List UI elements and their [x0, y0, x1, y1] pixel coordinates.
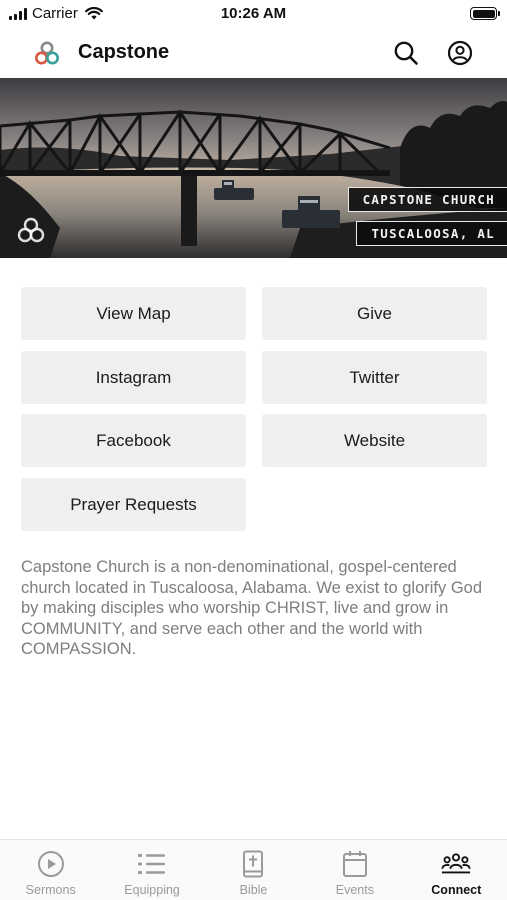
account-button[interactable] [445, 38, 475, 68]
battery-icon [470, 7, 500, 20]
tab-bible-label: Bible [239, 883, 268, 897]
church-description: Capstone Church is a non-denominational,… [21, 558, 483, 659]
tab-bible[interactable]: Bible [203, 840, 304, 900]
tab-sermons-label: Sermons [25, 883, 76, 897]
twitter-button[interactable]: Twitter [262, 351, 487, 404]
tab-connect[interactable]: Connect [406, 840, 507, 900]
tab-bar: Sermons Equipping Bible Events Connect [0, 839, 507, 900]
app-header: Capstone [0, 28, 507, 78]
bible-icon [243, 850, 264, 878]
account-icon [447, 40, 473, 66]
search-icon [394, 41, 418, 65]
website-button[interactable]: Website [262, 414, 487, 467]
facebook-button[interactable]: Facebook [21, 414, 246, 467]
app-title: Capstone [78, 41, 170, 63]
banner-tag-location: TUSCALOOSA, AL [356, 221, 507, 246]
instagram-button[interactable]: Instagram [21, 351, 246, 404]
people-icon [441, 853, 471, 874]
list-icon [138, 854, 166, 874]
calendar-icon [342, 851, 367, 877]
status-time: 10:26 AM [220, 5, 287, 22]
status-bar: Carrier 10:26 AM [0, 0, 507, 28]
tab-equipping[interactable]: Equipping [101, 840, 202, 900]
banner-image: CAPSTONE CHURCH TUSCALOOSA, AL [0, 78, 507, 258]
banner-tag-church: CAPSTONE CHURCH [347, 187, 507, 212]
tab-events[interactable]: Events [304, 840, 405, 900]
view-map-button[interactable]: View Map [21, 287, 246, 340]
tab-equipping-label: Equipping [124, 883, 180, 897]
prayer-requests-button[interactable]: Prayer Requests [21, 478, 246, 531]
tab-connect-label: Connect [431, 883, 482, 897]
tab-events-label: Events [335, 883, 374, 897]
search-button[interactable] [391, 38, 421, 68]
tab-sermons[interactable]: Sermons [0, 840, 101, 900]
capstone-watermark-icon [17, 217, 45, 243]
play-circle-icon [37, 851, 64, 877]
give-button[interactable]: Give [262, 287, 487, 340]
capstone-logo-icon [35, 41, 59, 65]
